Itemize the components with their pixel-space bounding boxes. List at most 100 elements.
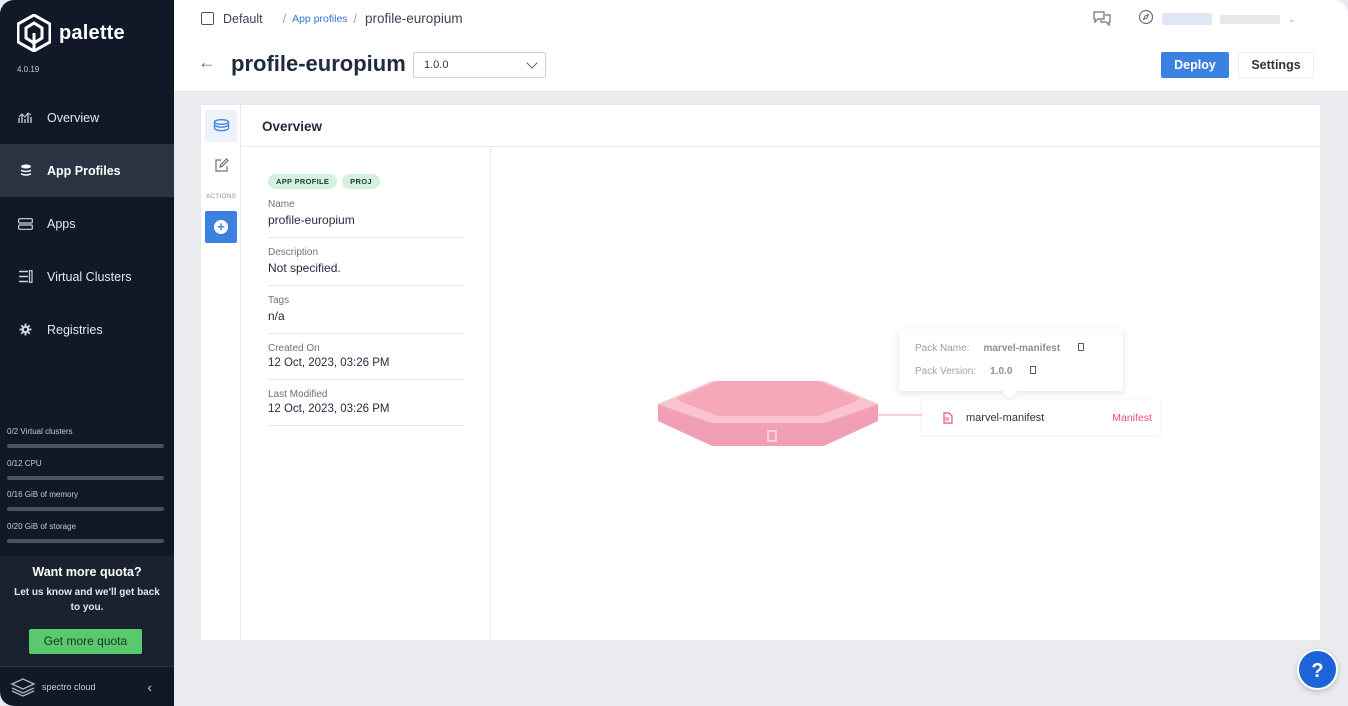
field-description: Description Not specified. [268,247,464,286]
collapse-sidebar-icon[interactable]: ‹ [147,679,152,695]
spectro-cloud-logo-icon [10,677,36,697]
chevron-down-icon [526,57,538,69]
profile-card: ACTIONS + Overview APP PROFILE PROJ Name… [200,104,1321,641]
tooltip-pack-name: marvel-manifest [983,343,1061,354]
tooltip-pack-name-row: Pack Name: marvel-manifest [915,343,1123,366]
quota-label: 0/2 Virtual clusters [7,427,73,436]
quota-label: 0/12 CPU [7,459,42,468]
quota-bar [7,507,164,511]
copy-icon[interactable] [1030,366,1037,374]
sidebar-item-overview[interactable]: Overview [0,91,174,144]
quota-virtual-clusters: 0/2 Virtual clusters [7,427,164,448]
sidebar-footer: spectro cloud ‹ [0,666,174,706]
profile-details: APP PROFILE PROJ Name profile-europium D… [242,148,491,640]
tooltip-pack-version-label: Pack Version: [915,366,977,377]
sidebar-item-label: Virtual Clusters [47,269,132,284]
quota-bar [7,444,164,448]
field-label: Tags [268,295,290,306]
more-quota-panel: Want more quota? Let us know and we'll g… [0,556,174,666]
back-arrow-icon[interactable]: ← [198,52,216,73]
header-icons [1092,9,1154,27]
field-label: Description [268,247,319,258]
sidebar-item-app-profiles[interactable]: App Profiles [0,144,174,197]
edit-tab[interactable] [205,149,237,181]
field-label: Name [268,199,295,210]
profile-tags: APP PROFILE PROJ [268,174,464,189]
breadcrumb-current: profile-europium [365,11,463,26]
sidebar-item-label: Registries [47,322,103,337]
deploy-button[interactable]: Deploy [1161,52,1229,78]
company-name: spectro cloud [42,681,96,692]
quota-label: 0/20 GiB of storage [7,522,76,531]
breadcrumb: Default / App profiles / profile-europiu… [201,11,463,26]
sidebar-item-virtual-clusters[interactable]: Virtual Clusters [0,250,174,303]
chevron-down-icon: ⌄ [1288,13,1296,24]
clusters-icon [18,269,33,284]
avatar [1162,13,1212,25]
field-value: profile-europium [268,213,355,227]
project-icon [201,12,214,25]
plus-icon: + [214,220,228,234]
quota-label: 0/16 GiB of memory [7,490,79,499]
quota-memory: 0/16 GiB of memory [7,490,164,511]
breadcrumb-separator: / [353,11,358,26]
layer-stack-diagram [658,381,1096,446]
app-version: 4.0.19 [17,65,40,74]
chart-icon [18,110,33,125]
field-value: Not specified. [268,261,341,275]
user-menu[interactable]: ⌄ [1162,10,1302,28]
more-quota-subtitle: Let us know and we'll get back to you. [14,587,160,613]
quota-storage: 0/20 GiB of storage [7,522,164,543]
tooltip-pack-version-row: Pack Version: 1.0.0 [915,366,1123,389]
version-select[interactable]: 1.0.0 [413,52,546,78]
actions-rail: ACTIONS + [201,105,241,640]
sidebar-item-label: Overview [47,110,100,125]
gear-icon [18,322,33,337]
stack-icon [18,163,33,178]
sidebar-nav: Overview App Profiles Apps Virtual Clust… [0,91,174,356]
quota-bar [7,539,164,543]
field-name: Name profile-europium [268,199,464,238]
sidebar-item-apps[interactable]: Apps [0,197,174,250]
page-title: profile-europium [231,51,406,76]
breadcrumb-app-profiles-link[interactable]: App profiles [292,13,347,25]
tag-proj: PROJ [342,174,380,189]
actions-label: ACTIONS [205,193,237,200]
tooltip-pack-version: 1.0.0 [990,366,1013,377]
settings-button[interactable]: Settings [1238,52,1314,78]
app-logo[interactable]: palette [17,14,125,52]
profile-stack-canvas: Pack Name: marvel-manifest Pack Version:… [492,148,1320,640]
copy-icon[interactable] [1078,343,1085,351]
get-more-quota-button[interactable]: Get more quota [29,629,142,654]
pack-tooltip: Pack Name: marvel-manifest Pack Version:… [899,329,1123,391]
add-layer-button[interactable]: + [205,211,237,243]
sidebar-item-label: Apps [47,216,76,231]
palette-logo-icon [17,14,51,52]
tag-app-profile: APP PROFILE [268,174,338,189]
tooltip-pack-name-label: Pack Name: [915,343,970,354]
field-created-on: Created On 12 Oct, 2023, 03:26 PM [268,343,464,380]
breadcrumb-separator: / [282,11,287,26]
layers-tab[interactable] [205,110,237,142]
quota-cpu: 0/12 CPU [7,459,164,480]
sidebar: palette 4.0.19 Overview App Profiles App… [0,0,174,706]
sidebar-item-registries[interactable]: Registries [0,303,174,356]
version-select-value: 1.0.0 [424,59,449,71]
field-value: 12 Oct, 2023, 03:26 PM [268,357,390,369]
breadcrumb-project[interactable]: Default [223,12,263,26]
compass-icon[interactable] [1138,9,1154,25]
field-label: Created On [268,343,320,354]
help-button[interactable]: ? [1297,649,1338,690]
app-window: palette 4.0.19 Overview App Profiles App… [0,0,1348,706]
user-name-redacted [1220,14,1280,24]
field-value: n/a [268,309,285,323]
sidebar-item-label: App Profiles [47,163,121,178]
overview-title: Overview [242,105,1320,147]
more-quota-title: Want more quota? [32,565,142,579]
field-label: Last Modified [268,389,328,400]
field-tags: Tags n/a [268,295,464,334]
pack-chip-marvel-manifest[interactable]: marvel-manifest Manifest [922,400,1160,435]
pack-name: marvel-manifest [966,411,1045,424]
server-icon [18,216,33,231]
chat-icon[interactable] [1092,9,1112,27]
